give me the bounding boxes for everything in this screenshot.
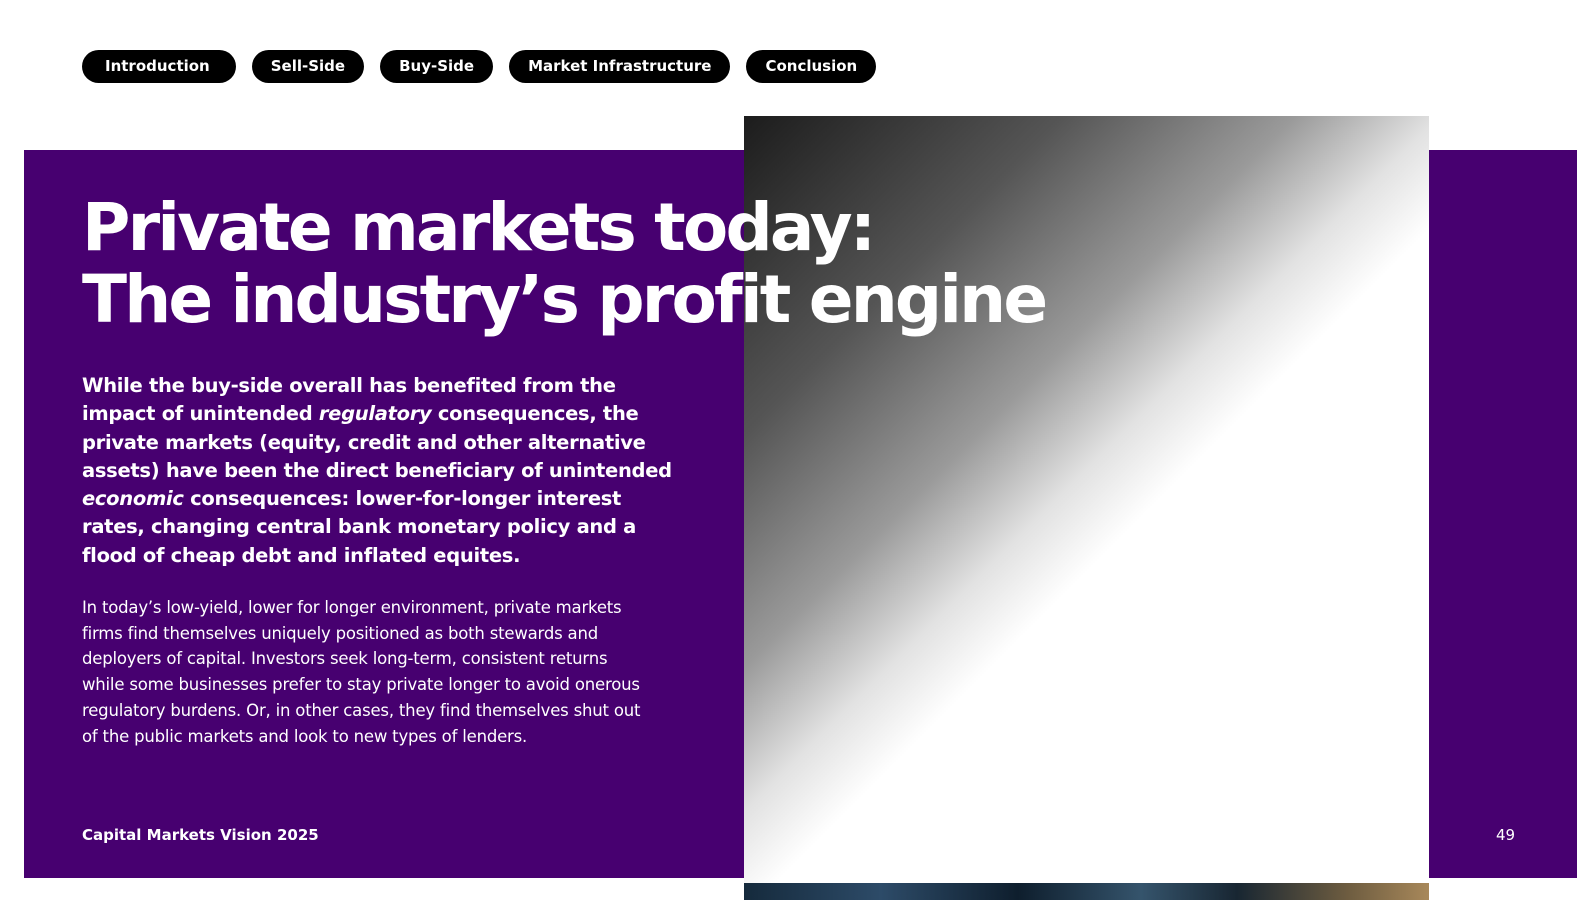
lead-emphasis-economic: economic: [82, 487, 184, 511]
hero-image-photo-strip: [744, 883, 1429, 900]
publication-title: Capital Markets Vision 2025: [82, 826, 319, 844]
nav-pill-market-infrastructure[interactable]: Market Infrastructure: [509, 50, 731, 83]
nav-pill-conclusion[interactable]: Conclusion: [746, 50, 877, 83]
nav-pill-introduction[interactable]: Introduction: [82, 50, 236, 83]
lead-paragraph: While the buy-side overall has benefited…: [82, 372, 672, 570]
page-title-line-2: The industry’s profit engine: [82, 261, 1048, 338]
nav-pill-sell-side[interactable]: Sell-Side: [251, 50, 365, 83]
lead-emphasis-regulatory: regulatory: [318, 402, 432, 426]
page-title-line-1: Private markets today:: [82, 189, 876, 266]
page-title: Private markets today: The industry’s pr…: [82, 189, 1048, 338]
body-paragraph: In today’s low-yield, lower for longer e…: [82, 598, 641, 746]
page-number: 49: [1496, 826, 1516, 844]
nav-pill-buy-side[interactable]: Buy-Side: [380, 50, 494, 83]
section-nav: Introduction Sell-Side Buy-Side Market I…: [82, 50, 877, 83]
